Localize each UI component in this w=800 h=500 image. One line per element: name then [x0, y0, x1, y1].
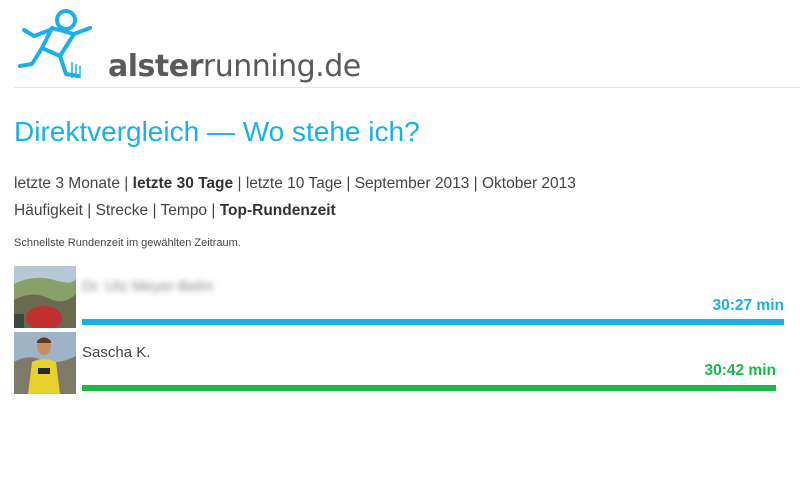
- runner-name: Sascha K.: [82, 344, 151, 361]
- metric-filter-2[interactable]: Tempo: [161, 202, 208, 219]
- ranking-entry: Dr. Utz Meyer-Belm 30:27 min: [14, 266, 784, 328]
- metric-filter-3: Top-Rundenzeit: [219, 202, 336, 219]
- metric-filter-0[interactable]: Häufigkeit: [14, 202, 83, 219]
- avatar[interactable]: [14, 266, 76, 328]
- description-text: Schnellste Rundenzeit im gewählten Zeitr…: [14, 237, 241, 249]
- header-divider: [14, 87, 800, 88]
- period-filter-1: letzte 30 Tage: [132, 175, 234, 192]
- period-filter-0[interactable]: letzte 3 Monate: [14, 175, 120, 192]
- site-logo[interactable]: alsterrunning.de: [14, 8, 361, 84]
- lap-time: 30:42 min: [704, 362, 776, 379]
- brand-part-alster: alster: [108, 49, 203, 84]
- metric-filter-list: Häufigkeit | Strecke | Tempo | Top-Runde…: [14, 200, 336, 222]
- brand-part-running: running: [202, 49, 316, 84]
- lap-time: 30:27 min: [712, 297, 784, 314]
- lap-time-bar: [82, 319, 784, 325]
- filter-separator: |: [152, 202, 157, 219]
- period-filter-4[interactable]: Oktober 2013: [482, 175, 576, 192]
- filter-separator: |: [211, 202, 216, 219]
- runner-name: Dr. Utz Meyer-Belm: [82, 278, 213, 295]
- lap-time-bar: [82, 385, 776, 391]
- filter-separator: |: [346, 175, 351, 192]
- filter-separator: |: [124, 175, 129, 192]
- brand-part-domain: .de: [315, 49, 361, 84]
- runner-icon: [18, 9, 92, 78]
- filter-separator: |: [237, 175, 242, 192]
- brand-wordmark: alsterrunning.de: [108, 50, 361, 84]
- period-filter-list: letzte 3 Monate | letzte 30 Tage | letzt…: [14, 173, 576, 195]
- period-filter-3[interactable]: September 2013: [355, 175, 470, 192]
- ranking-entry: Sascha K. 30:42 min: [14, 332, 784, 394]
- filter-separator: |: [473, 175, 478, 192]
- page-title: Direktvergleich — Wo stehe ich?: [14, 116, 420, 147]
- period-filter-2[interactable]: letzte 10 Tage: [246, 175, 342, 192]
- avatar[interactable]: [14, 332, 76, 394]
- filter-separator: |: [87, 202, 92, 219]
- metric-filter-1[interactable]: Strecke: [96, 202, 149, 219]
